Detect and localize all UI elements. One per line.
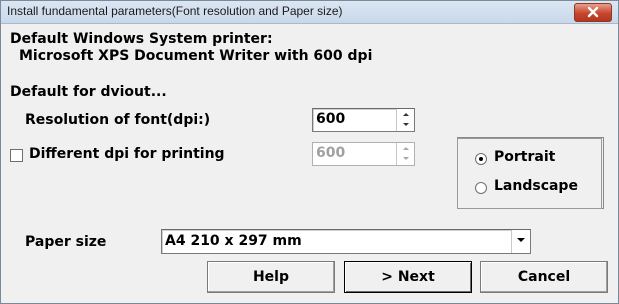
radio-selected-dot	[479, 157, 483, 161]
cancel-button-label: Cancel	[517, 269, 571, 285]
different-dpi-checkbox[interactable]	[10, 149, 23, 162]
close-button[interactable]	[574, 3, 612, 22]
printing-dpi-value: 600	[316, 145, 346, 161]
portrait-label[interactable]: Portrait	[494, 149, 555, 165]
help-button[interactable]: Help	[207, 261, 335, 293]
printing-dpi-spinbox[interactable]: 600	[312, 142, 415, 166]
resolution-spin-down[interactable]	[397, 120, 414, 131]
paper-size-value: A4 210 x 297 mm	[165, 233, 302, 249]
defaults-heading: Default for dviout...	[10, 84, 167, 100]
different-dpi-label: Different dpi for printing	[29, 146, 225, 162]
resolution-spinbox[interactable]: 600	[312, 108, 415, 132]
portrait-radio[interactable]	[475, 153, 487, 165]
title-bar[interactable]: Install fundamental parameters(Font reso…	[1, 1, 618, 24]
close-icon	[587, 6, 599, 18]
next-button[interactable]: > Next	[344, 261, 472, 293]
printing-dpi-spin-buttons	[396, 143, 414, 165]
spin-down-icon	[403, 157, 409, 160]
cancel-button[interactable]: Cancel	[480, 261, 608, 293]
landscape-radio[interactable]	[475, 182, 487, 194]
spin-down-icon	[403, 123, 409, 126]
help-button-label: Help	[252, 269, 290, 285]
system-printer-heading: Default Windows System printer:	[10, 31, 273, 47]
printing-dpi-spin-down[interactable]	[397, 154, 414, 165]
next-button-label: > Next	[381, 269, 435, 285]
printing-dpi-spin-up[interactable]	[397, 143, 414, 154]
dialog-window: Install fundamental parameters(Font reso…	[0, 0, 619, 304]
chevron-down-icon	[517, 238, 525, 242]
landscape-label[interactable]: Landscape	[494, 178, 578, 194]
paper-size-dropdown-button[interactable]	[511, 230, 530, 253]
orientation-group-frame: Portrait Landscape	[457, 138, 602, 209]
resolution-spin-up[interactable]	[397, 109, 414, 120]
window-title: Install fundamental parameters(Font reso…	[7, 4, 343, 18]
system-printer-name: Microsoft XPS Document Writer with 600 d…	[19, 48, 373, 64]
spin-up-icon	[403, 147, 409, 150]
spin-up-icon	[403, 113, 409, 116]
resolution-label: Resolution of font(dpi:)	[25, 112, 211, 128]
resolution-spin-buttons	[396, 109, 414, 131]
resolution-value: 600	[316, 111, 346, 127]
paper-size-label: Paper size	[25, 234, 107, 250]
paper-size-select[interactable]: A4 210 x 297 mm	[161, 229, 531, 254]
